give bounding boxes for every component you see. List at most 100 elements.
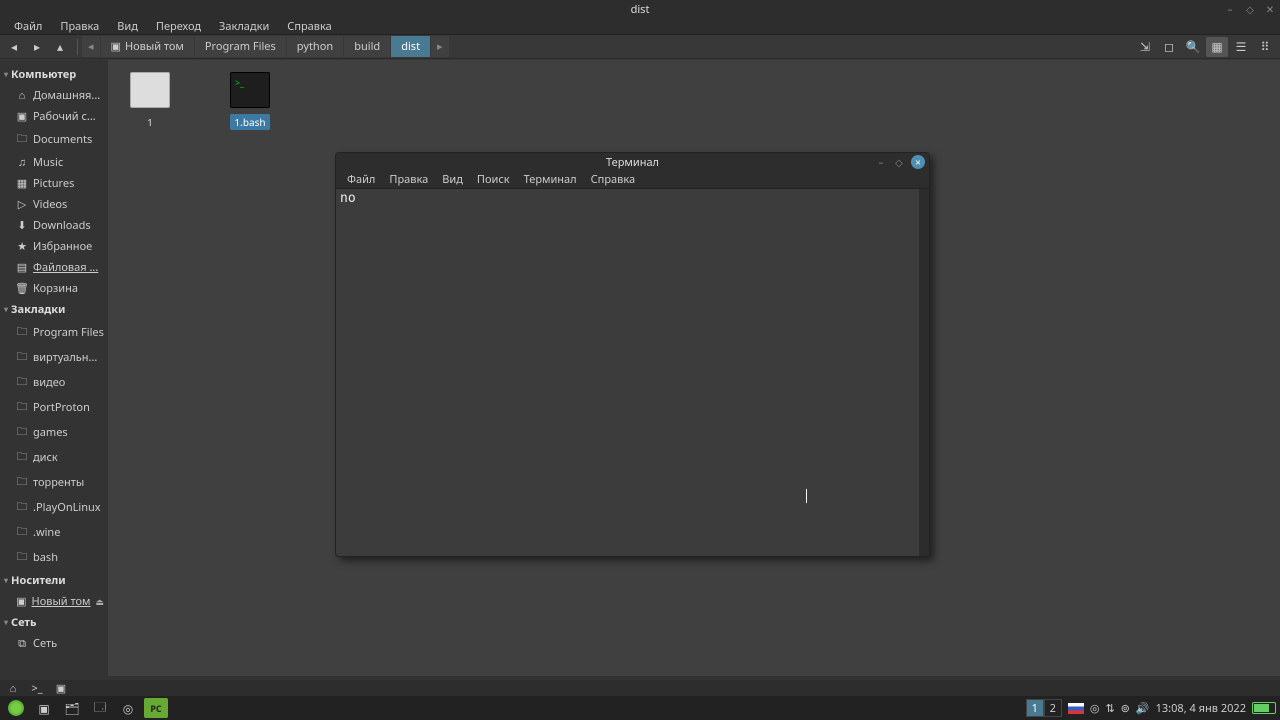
list-view-button[interactable]: ☰: [1230, 37, 1252, 57]
sidebar-item[interactable]: ⧉Сеть: [0, 633, 108, 654]
sidebar-item[interactable]: ▤Файловая ...: [0, 257, 108, 278]
sidebar-item[interactable]: 🗀.PlayOnLinux: [0, 495, 108, 520]
breadcrumb-prev[interactable]: ◂: [82, 36, 100, 57]
sidebar-item[interactable]: 🗀 диск: [0, 445, 108, 470]
breadcrumb-volume[interactable]: ▣ Новый том: [101, 36, 194, 57]
sidebar-item[interactable]: ▷Videos: [0, 194, 108, 215]
compact-view-button[interactable]: ⠿: [1254, 37, 1276, 57]
icon-view-button[interactable]: ▦: [1206, 37, 1228, 57]
file-item[interactable]: 1: [120, 72, 180, 130]
back-button[interactable]: ◂: [4, 37, 24, 57]
volume-tray-icon[interactable]: 🔊: [1136, 701, 1150, 716]
sidebar-item-label: games: [33, 425, 68, 440]
sidebar-item[interactable]: 🗀 games: [0, 420, 108, 445]
term-menu-view[interactable]: Вид: [435, 171, 470, 188]
sidebar-item[interactable]: 🗀виртуальн...: [0, 345, 108, 370]
term-menu-file[interactable]: Файл: [340, 171, 382, 188]
sidebar-item[interactable]: 🗀Documents: [0, 127, 108, 152]
workspace-switcher[interactable]: 1 2: [1026, 699, 1062, 717]
term-menu-help[interactable]: Справка: [584, 171, 642, 188]
toggle-path-icon[interactable]: ⇲: [1134, 37, 1156, 57]
terminal-body[interactable]: no: [336, 189, 929, 556]
terminal-maximize-icon[interactable]: ◇: [893, 156, 905, 168]
terminal-title: Терминал: [606, 155, 659, 170]
terminal-minimize-icon[interactable]: –: [875, 156, 887, 168]
terminal-shortcut-icon[interactable]: >_: [28, 681, 46, 695]
sidebar-item[interactable]: 🗀торренты: [0, 470, 108, 495]
sidebar-item[interactable]: ★Избранное: [0, 236, 108, 257]
toolbar: ◂ ▸ ▴ ◂ ▣ Новый том Program Files python…: [0, 35, 1280, 59]
home-icon[interactable]: ⌂: [4, 681, 22, 695]
sidebar-item-label: диск: [33, 450, 58, 465]
menu-bookmarks[interactable]: Закладки: [211, 18, 277, 35]
sidebar-item[interactable]: ⌂Домашняя...: [0, 85, 108, 106]
folder-icon: 🗀: [16, 348, 28, 367]
terminal-close-icon[interactable]: ×: [911, 155, 925, 169]
term-menu-terminal[interactable]: Терминал: [517, 171, 584, 188]
file-item[interactable]: 1.bash: [220, 72, 280, 130]
term-menu-search[interactable]: Поиск: [470, 171, 517, 188]
disk-image-icon: [130, 72, 170, 108]
breadcrumb-item[interactable]: build: [344, 36, 390, 57]
show-desktop-icon[interactable]: ▣: [32, 698, 56, 718]
menu-go[interactable]: Переход: [148, 18, 209, 35]
files-launcher-icon[interactable]: 🗂: [60, 698, 84, 718]
terminal-scrollbar[interactable]: [919, 189, 929, 556]
menu-view[interactable]: Вид: [109, 18, 146, 35]
sidebar-item[interactable]: ♫Music: [0, 152, 108, 173]
folder-icon: 🗀: [16, 423, 28, 442]
obs-tray-icon[interactable]: ◎: [1090, 701, 1100, 716]
search-icon[interactable]: 🔍: [1182, 37, 1204, 57]
folder-icon: 🗀: [16, 448, 28, 467]
up-button[interactable]: ▴: [50, 37, 70, 57]
wifi-tray-icon[interactable]: ⊚: [1121, 701, 1130, 716]
new-tab-icon[interactable]: ◻: [1158, 37, 1180, 57]
sidebar-item[interactable]: 🗀PortProton: [0, 395, 108, 420]
sidebar-item[interactable]: ▣Рабочий с...: [0, 106, 108, 127]
forward-button[interactable]: ▸: [27, 37, 47, 57]
menu-edit[interactable]: Правка: [52, 18, 107, 35]
sidebar-item[interactable]: 🗀Program Files: [0, 320, 108, 345]
eject-icon[interactable]: ⏏: [95, 595, 104, 608]
sidebar-item-label: Program Files: [33, 325, 104, 340]
sidebar-section-header[interactable]: Сеть: [0, 612, 108, 633]
sidebar-section-header[interactable]: Закладки: [0, 299, 108, 320]
menu-help[interactable]: Справка: [279, 18, 339, 35]
term-menu-edit[interactable]: Правка: [382, 171, 435, 188]
network-tray-icon[interactable]: ⇅: [1105, 701, 1114, 716]
sidebar-item-label: торренты: [33, 475, 84, 490]
breadcrumb-item[interactable]: dist: [391, 36, 430, 57]
sidebar-item[interactable]: 🗀bash: [0, 545, 108, 570]
keyboard-layout-icon[interactable]: [1068, 703, 1084, 714]
breadcrumb-item[interactable]: Program Files: [195, 36, 286, 57]
sidebar-section-header[interactable]: Компьютер: [0, 64, 108, 85]
breadcrumb-next[interactable]: ▸: [431, 36, 449, 57]
sidebar-item[interactable]: 🗑Корзина: [0, 278, 108, 299]
clock[interactable]: 13:08, 4 янв 2022: [1156, 701, 1246, 716]
breadcrumb-item[interactable]: python: [287, 36, 343, 57]
sidebar-item[interactable]: ▦Pictures: [0, 173, 108, 194]
clipboard-icon[interactable]: ▣: [52, 681, 70, 695]
workspace-1[interactable]: 1: [1026, 699, 1044, 717]
minimize-icon[interactable]: –: [1224, 3, 1236, 15]
battery-tray-icon[interactable]: [1252, 702, 1276, 714]
terminal-window[interactable]: Терминал – ◇ × Файл Правка Вид Поиск Тер…: [335, 152, 930, 557]
sidebar-item-label: .PlayOnLinux: [33, 500, 101, 515]
sidebar-item[interactable]: ⬇Downloads: [0, 215, 108, 236]
maximize-icon[interactable]: ◇: [1244, 3, 1256, 15]
trash-icon: 🗑: [16, 281, 28, 296]
firefox-launcher-icon[interactable]: 🗔: [88, 698, 112, 718]
text-cursor: [806, 489, 807, 503]
sidebar-item[interactable]: ▣Новый том⏏: [0, 591, 108, 612]
sidebar-section-header[interactable]: Носители: [0, 570, 108, 591]
sidebar-item-label: PortProton: [33, 400, 90, 415]
start-menu-icon[interactable]: [4, 698, 28, 718]
close-icon[interactable]: ✕: [1264, 3, 1276, 15]
terminal-titlebar[interactable]: Терминал – ◇ ×: [336, 153, 929, 171]
obs-launcher-icon[interactable]: ◎: [116, 698, 140, 718]
menu-file[interactable]: Файл: [6, 18, 50, 35]
pycharm-launcher-icon[interactable]: PC: [144, 698, 168, 718]
workspace-2[interactable]: 2: [1044, 699, 1062, 717]
sidebar-item[interactable]: 🗀видео: [0, 370, 108, 395]
sidebar-item[interactable]: 🗀.wine: [0, 520, 108, 545]
